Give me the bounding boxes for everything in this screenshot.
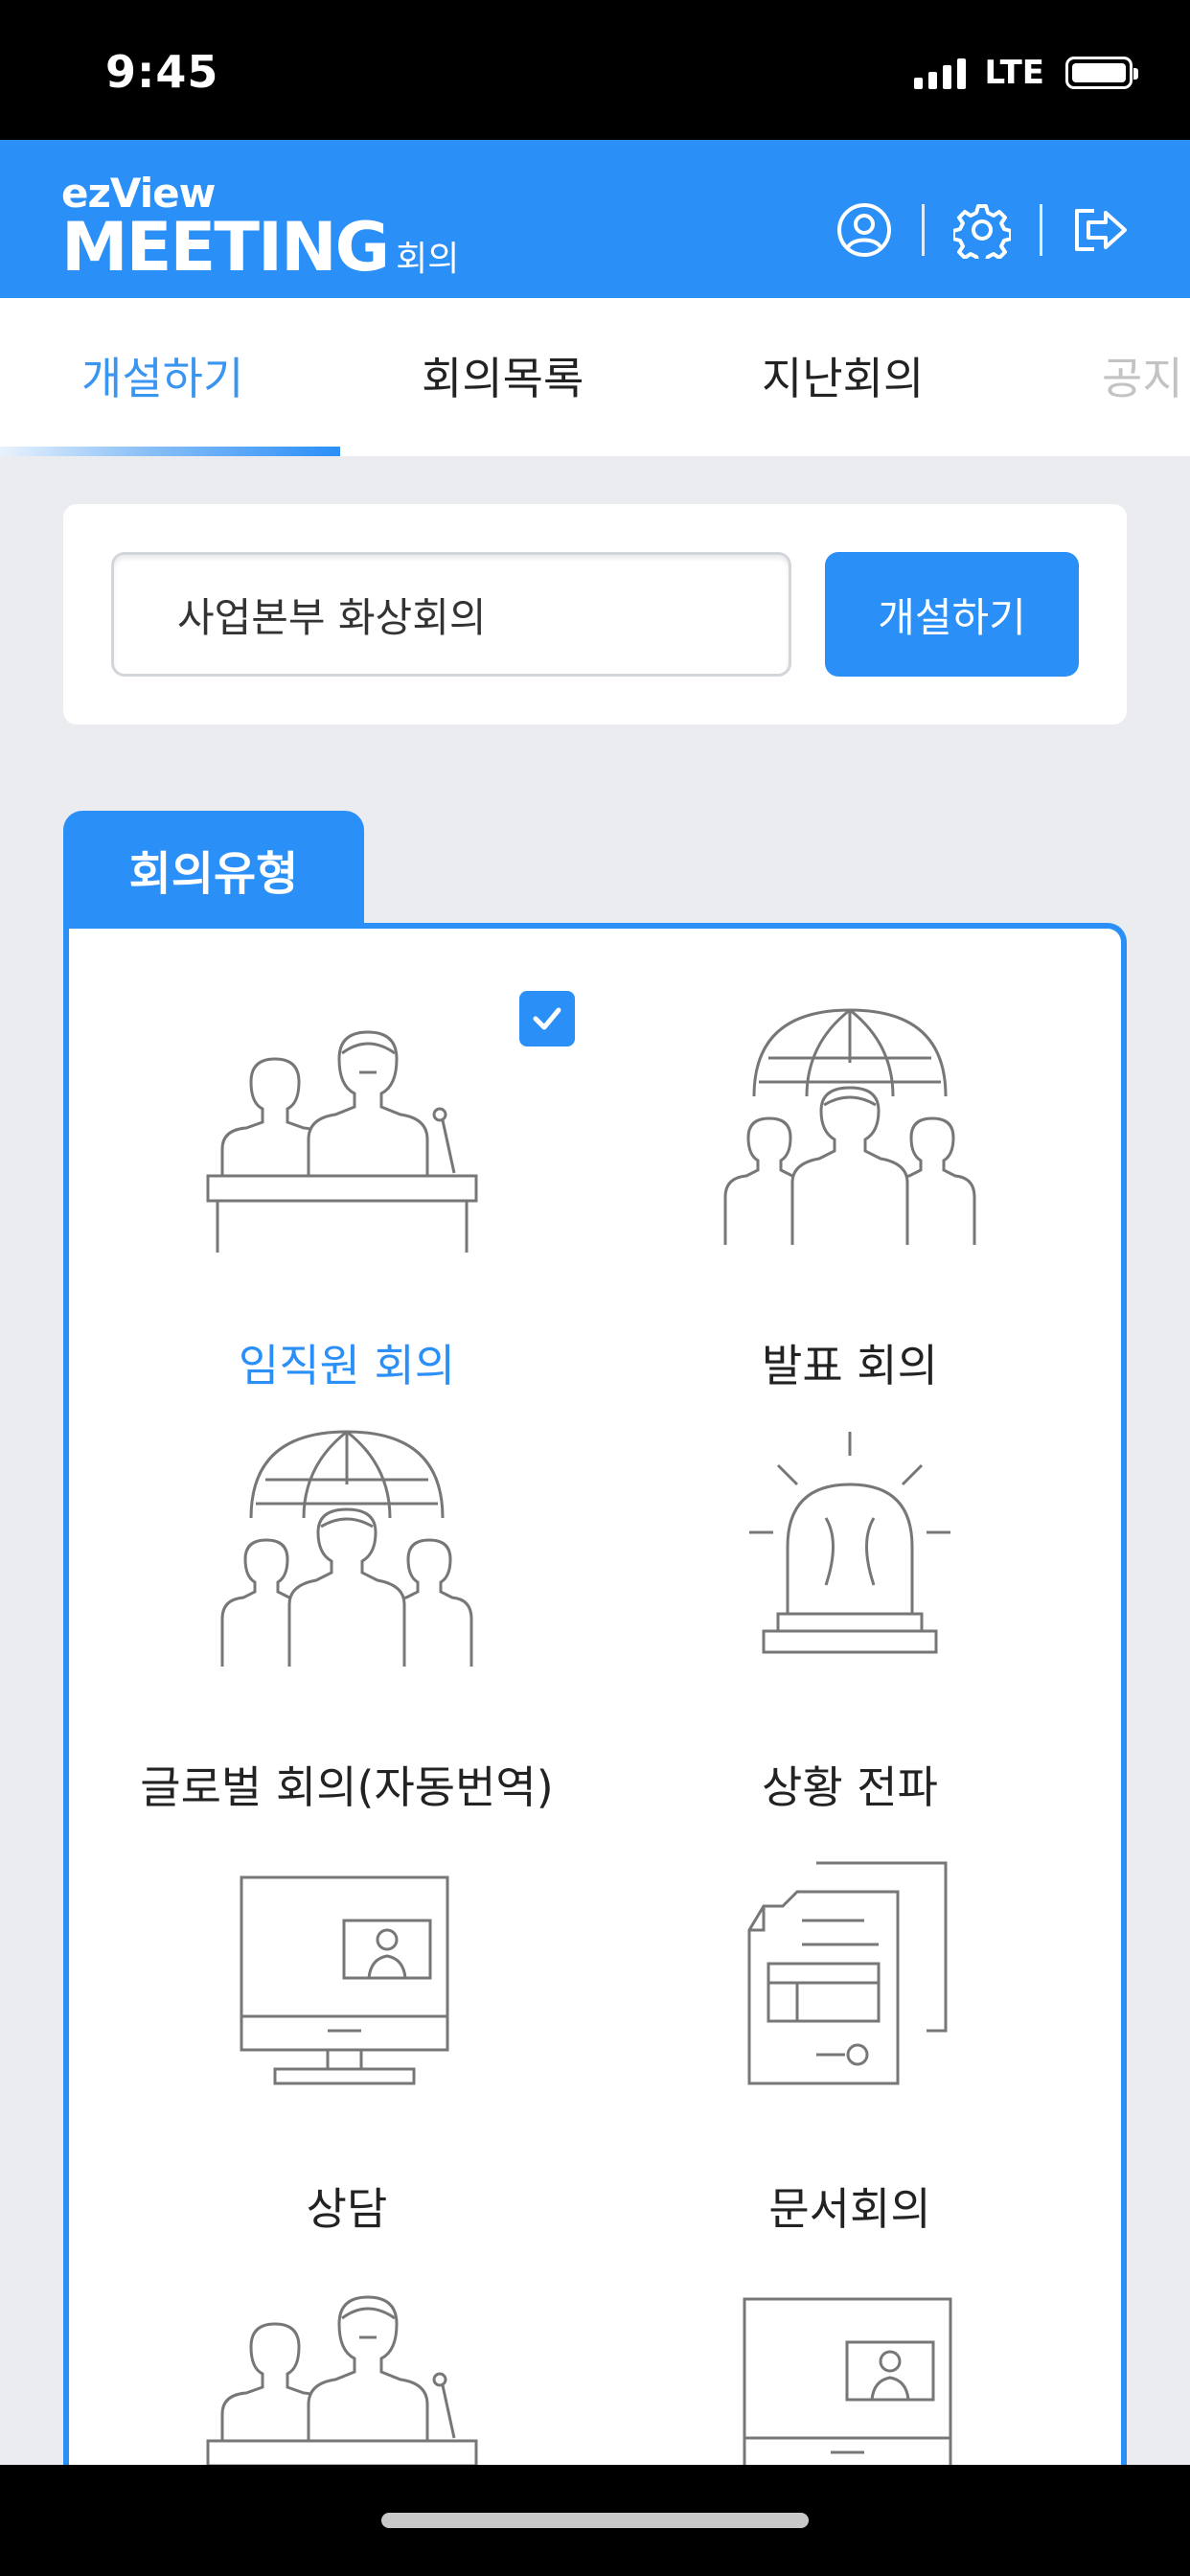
app-logo: ezView MEETING 회의 (61, 170, 460, 283)
logout-icon[interactable] (1069, 199, 1131, 261)
podium-speakers-icon (206, 1030, 478, 1253)
tab-create[interactable]: 개설하기 (81, 344, 243, 407)
logo-top-text: ezView (61, 170, 216, 217)
app-header: ezView MEETING 회의 (0, 140, 1190, 298)
siren-icon (749, 1432, 950, 1654)
documents-icon (747, 1861, 948, 2085)
meeting-type-label: 상황 전파 (762, 1761, 938, 1813)
monitor-video-icon (240, 1875, 449, 2085)
meeting-type-situation[interactable]: 상황 전파 (601, 1427, 1099, 1829)
signal-icon (913, 57, 966, 89)
meeting-type-label: 글로벌 회의(자동번역) (140, 1761, 554, 1813)
meeting-type-label: 임직원 회의 (238, 1340, 456, 1392)
meeting-title-input[interactable] (111, 552, 791, 677)
active-tab-indicator (0, 447, 340, 456)
main-tabs: 개설하기 회의목록 지난회의 공지 (0, 298, 1190, 456)
selected-checkbox-icon[interactable] (519, 991, 575, 1046)
status-bar: 9:45 LTE (0, 0, 1190, 140)
logo-main-text: MEETING (61, 208, 390, 287)
status-time: 9:45 (105, 46, 219, 98)
meeting-type-section-title: 회의유형 (63, 811, 364, 928)
home-bar-area (0, 2465, 1190, 2576)
tab-past-meetings[interactable]: 지난회의 (762, 344, 924, 407)
meeting-type-panel: 임직원 회의 발표 회의 글로벌 회의(자동번역) 상황 전파 상담 문서회의 (63, 923, 1127, 2576)
header-divider (922, 204, 925, 256)
profile-icon[interactable] (834, 199, 895, 261)
meeting-type-label: 발표 회의 (762, 1340, 938, 1392)
globe-group-icon (723, 1008, 976, 1245)
meeting-type-document[interactable]: 문서회의 (601, 1849, 1099, 2251)
create-meeting-card: 개설하기 (63, 504, 1127, 724)
meeting-type-global[interactable]: 글로벌 회의(자동번역) (98, 1427, 596, 1829)
globe-group-icon (220, 1430, 473, 1667)
header-divider (1040, 204, 1042, 256)
tab-meeting-list[interactable]: 회의목록 (422, 344, 584, 407)
settings-icon[interactable] (951, 199, 1013, 261)
status-indicators: LTE (913, 54, 1138, 92)
network-type: LTE (984, 54, 1044, 92)
meeting-type-label: 문서회의 (768, 2183, 931, 2235)
logo-sub-text: 회의 (396, 240, 460, 279)
meeting-type-presentation[interactable]: 발표 회의 (601, 1005, 1099, 1408)
battery-icon (1065, 57, 1138, 89)
tab-notice[interactable]: 공지 (1102, 344, 1183, 407)
create-button[interactable]: 개설하기 (825, 552, 1079, 677)
meeting-type-consultation[interactable]: 상담 (98, 1849, 596, 2251)
header-actions (834, 199, 1131, 261)
meeting-type-label: 상담 (306, 2183, 388, 2235)
meeting-type-executive[interactable]: 임직원 회의 (98, 991, 596, 1408)
home-indicator[interactable] (381, 2513, 809, 2528)
